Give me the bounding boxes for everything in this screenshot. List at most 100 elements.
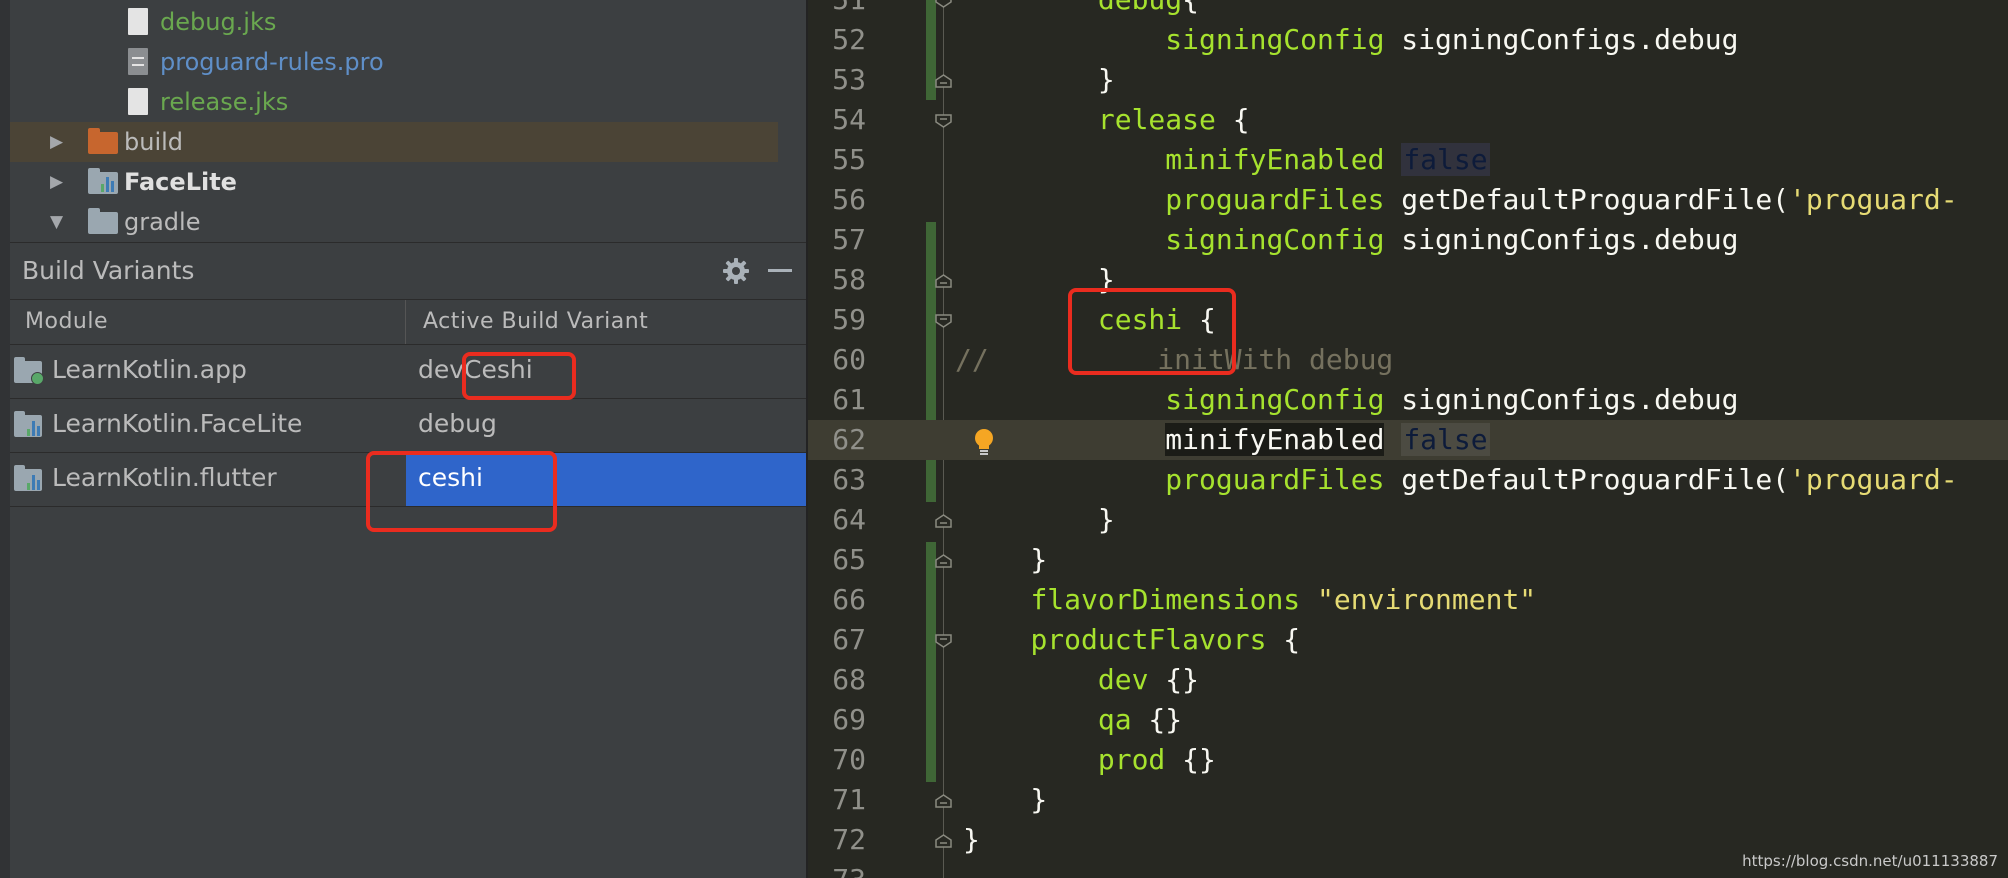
- code-token: false: [1401, 423, 1490, 456]
- gear-icon[interactable]: [722, 257, 750, 285]
- line-number: 70: [832, 743, 866, 776]
- table-row: LearnKotlin.app devCeshi: [10, 345, 806, 399]
- code-line[interactable]: 65 }: [808, 540, 2008, 580]
- code-line[interactable]: 54 release {: [808, 100, 2008, 140]
- minimize-icon[interactable]: [766, 257, 794, 285]
- column-header-module[interactable]: Module: [25, 309, 108, 334]
- line-number: 62: [832, 423, 866, 456]
- line-number: 71: [832, 783, 866, 816]
- variant-cell-selected[interactable]: ceshi: [406, 453, 806, 506]
- code-line[interactable]: 67 productFlavors {: [808, 620, 2008, 660]
- code-text: release {: [963, 104, 1250, 136]
- code-text: signingConfig signingConfigs.debug: [963, 384, 1738, 416]
- fold-end-icon[interactable]: [935, 74, 952, 88]
- code-line[interactable]: 53 }: [808, 60, 2008, 100]
- variant-cell[interactable]: debug: [406, 399, 806, 452]
- code-text: }: [963, 824, 980, 856]
- expand-arrow-icon[interactable]: ▶: [50, 134, 63, 151]
- code-line[interactable]: 60 // initWith debug: [808, 340, 2008, 380]
- fold-end-icon[interactable]: [935, 834, 952, 848]
- code-token: signingConfigs.debug: [1384, 23, 1739, 56]
- code-line[interactable]: 51 debug{: [808, 0, 2008, 20]
- fold-start-icon[interactable]: [935, 114, 952, 128]
- code-line[interactable]: 56 proguardFiles getDefaultProguardFile(…: [808, 180, 2008, 220]
- column-header-variant[interactable]: Active Build Variant: [423, 309, 648, 334]
- code-editor[interactable]: 51 debug{52 signingConfig signingConfigs…: [808, 0, 2008, 878]
- code-line[interactable]: 62 minifyEnabled false: [808, 420, 2008, 460]
- code-token: false: [1401, 143, 1490, 176]
- code-line[interactable]: 57 signingConfig signingConfigs.debug: [808, 220, 2008, 260]
- fold-end-icon[interactable]: [935, 274, 952, 288]
- code-token: signingConfig: [1165, 383, 1385, 416]
- watermark: https://blog.csdn.net/u011133887: [1742, 852, 1998, 870]
- fold-start-icon[interactable]: [935, 634, 952, 648]
- code-token: dev: [1097, 663, 1149, 696]
- variant-value: ceshi: [418, 463, 483, 492]
- fold-end-icon[interactable]: [935, 514, 952, 528]
- code-line[interactable]: 69 qa {}: [808, 700, 2008, 740]
- tree-item-facelite[interactable]: ▶ FaceLite: [10, 162, 778, 202]
- code-line[interactable]: 64 }: [808, 500, 2008, 540]
- code-line[interactable]: 61 signingConfig signingConfigs.debug: [808, 380, 2008, 420]
- code-text: prod {}: [963, 744, 1216, 776]
- line-number: 69: [832, 703, 866, 736]
- code-token: }: [963, 263, 1115, 296]
- fold-end-icon[interactable]: [935, 554, 952, 568]
- code-text: productFlavors {: [963, 624, 1300, 656]
- line-number: 61: [832, 383, 866, 416]
- code-line[interactable]: 55 minifyEnabled false: [808, 140, 2008, 180]
- code-token: {}: [1131, 703, 1183, 736]
- expand-arrow-icon[interactable]: ▶: [50, 174, 63, 191]
- tree-item-release-jks[interactable]: release.jks: [10, 82, 778, 122]
- left-panel: debug.jks proguard-rules.pro release.jks…: [0, 0, 806, 878]
- code-token: release: [1097, 103, 1216, 136]
- fold-start-icon[interactable]: [935, 314, 952, 328]
- code-token: 'proguard-: [1789, 463, 1958, 496]
- file-icon: [128, 88, 148, 115]
- code-line[interactable]: 58 }: [808, 260, 2008, 300]
- line-number: 65: [832, 543, 866, 576]
- code-line[interactable]: 52 signingConfig signingConfigs.debug: [808, 20, 2008, 60]
- line-number: 55: [832, 143, 866, 176]
- fold-start-icon[interactable]: [935, 0, 952, 8]
- code-line[interactable]: 71 }: [808, 780, 2008, 820]
- tree-item-gradle[interactable]: ▼ gradle: [10, 202, 778, 242]
- file-icon: [128, 8, 148, 35]
- code-text: }: [963, 784, 1047, 816]
- code-text: signingConfig signingConfigs.debug: [963, 224, 1738, 256]
- code-token: }: [963, 783, 1048, 816]
- collapse-arrow-icon[interactable]: ▼: [50, 214, 63, 231]
- code-token: signingConfigs.debug: [1384, 223, 1739, 256]
- table-header: Module Active Build Variant: [10, 300, 806, 345]
- line-number: 67: [832, 623, 866, 656]
- build-variants-header: Build Variants: [10, 242, 806, 300]
- code-token: {: [1182, 303, 1216, 336]
- fold-end-icon[interactable]: [935, 794, 952, 808]
- code-line[interactable]: 63 proguardFiles getDefaultProguardFile(…: [808, 460, 2008, 500]
- code-text: debug{: [963, 0, 1199, 16]
- tree-item-debug-jks[interactable]: debug.jks: [10, 2, 778, 42]
- code-text: proguardFiles getDefaultProguardFile('pr…: [963, 463, 1958, 496]
- code-line[interactable]: 70 prod {}: [808, 740, 2008, 780]
- code-line[interactable]: 68 dev {}: [808, 660, 2008, 700]
- code-token: {: [1182, 0, 1199, 16]
- code-token: }: [963, 63, 1115, 96]
- tree-item-label: debug.jks: [160, 8, 277, 36]
- line-number: 73: [808, 864, 866, 878]
- folder-icon: [88, 128, 118, 154]
- code-line[interactable]: 59 ceshi {: [808, 300, 2008, 340]
- code-token: getDefaultProguardFile(: [1384, 183, 1790, 216]
- code-text: qa {}: [963, 704, 1182, 736]
- tree-item-label: release.jks: [160, 88, 289, 116]
- line-number: 63: [832, 463, 866, 496]
- tree-item-build[interactable]: ▶ build: [10, 122, 778, 162]
- line-number: 53: [832, 63, 866, 96]
- tree-item-proguard-rules[interactable]: proguard-rules.pro: [10, 42, 778, 82]
- variant-cell[interactable]: devCeshi: [406, 345, 806, 398]
- code-line[interactable]: 66 flavorDimensions "environment": [808, 580, 2008, 620]
